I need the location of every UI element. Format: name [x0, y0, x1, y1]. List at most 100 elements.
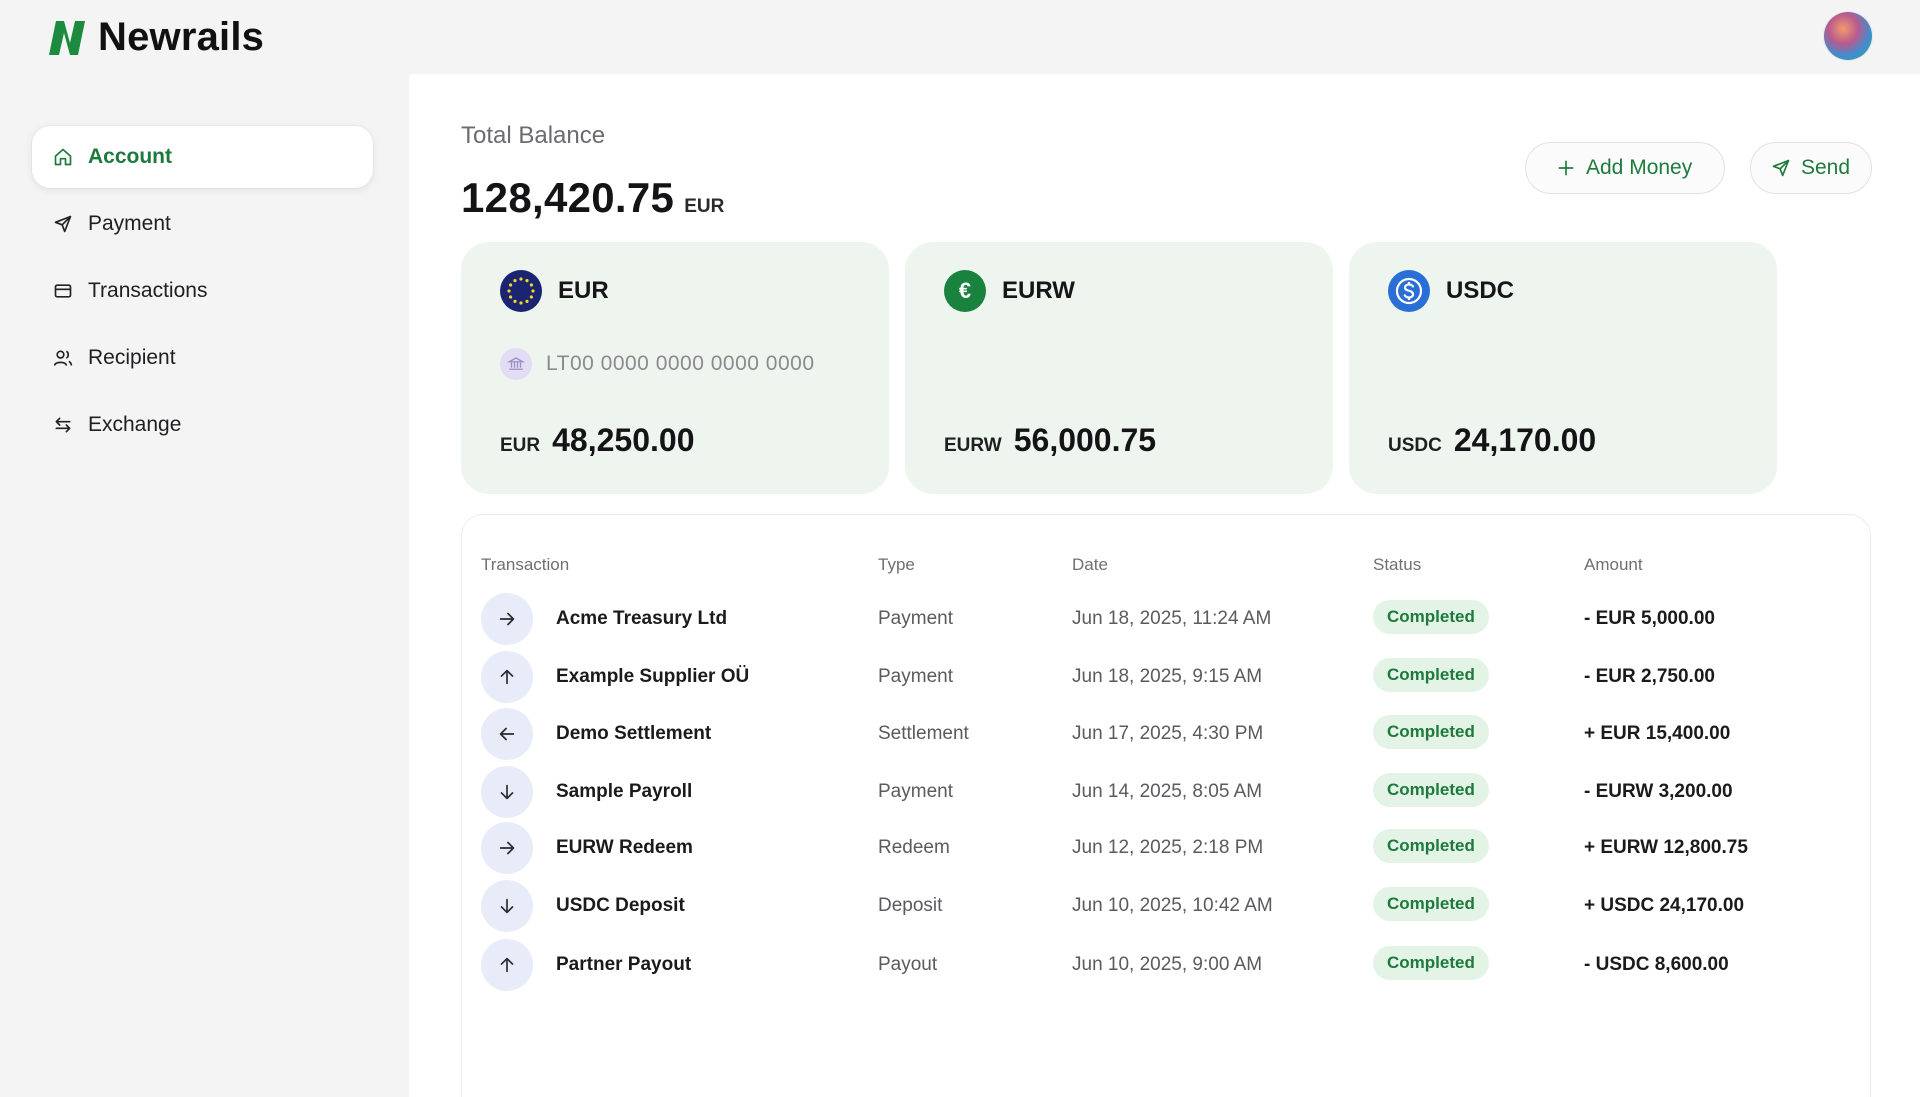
card-balance: EUR 48,250.00: [500, 422, 694, 459]
users-icon: [52, 347, 74, 369]
transactions-table: Transaction Type Date Status Amount Acme…: [461, 514, 1871, 1097]
transaction-type: Payment: [878, 781, 953, 802]
column-header-status[interactable]: Status: [1373, 555, 1421, 575]
card-amount: 48,250.00: [552, 422, 695, 458]
transaction-name: USDC Deposit: [556, 895, 685, 916]
column-header-type[interactable]: Type: [878, 555, 915, 575]
sidebar-item-account[interactable]: Account: [32, 126, 373, 188]
status-badge: Completed: [1373, 946, 1489, 980]
transaction-date: Jun 14, 2025, 8:05 AM: [1072, 781, 1263, 802]
send-icon: [1772, 159, 1790, 177]
status-badge: Completed: [1373, 773, 1489, 807]
bank-icon: [500, 348, 532, 380]
transaction-name: Acme Treasury Ltd: [556, 608, 728, 629]
transaction-type: Payment: [878, 666, 953, 687]
send-label: Send: [1801, 156, 1851, 179]
send-button[interactable]: Send: [1750, 142, 1872, 194]
add-money-label: Add Money: [1586, 156, 1693, 179]
sidebar-item-label: Transactions: [88, 279, 208, 302]
euro-coin-icon: €: [944, 270, 986, 312]
plus-icon: [1558, 160, 1574, 176]
column-header-date[interactable]: Date: [1072, 555, 1108, 575]
arrow-down-icon: [481, 766, 533, 818]
sidebar-item-payment[interactable]: Payment: [32, 193, 373, 255]
card-currency: USDC: [1388, 435, 1442, 456]
arrow-right-icon: [481, 593, 533, 645]
transaction-date: Jun 12, 2025, 2:18 PM: [1072, 837, 1264, 858]
transaction-name: Partner Payout: [556, 954, 692, 975]
column-header-amount[interactable]: Amount: [1584, 555, 1643, 575]
status-badge: Completed: [1373, 715, 1489, 749]
total-balance: 128,420.75 EUR: [461, 174, 724, 222]
card-amount: 56,000.75: [1013, 422, 1157, 458]
sidebar-item-exchange[interactable]: Exchange: [32, 394, 373, 456]
transaction-name: EURW Redeem: [556, 837, 693, 858]
transaction-type: Settlement: [878, 723, 969, 744]
currency-card-eur[interactable]: EUR LT00 0000 0000 0000 0000 EUR 48,250.…: [461, 242, 889, 494]
main-panel: Total Balance 128,420.75 EUR Add Money S…: [409, 74, 1920, 1097]
card-icon: [52, 280, 74, 302]
sidebar-item-transactions[interactable]: Transactions: [32, 260, 373, 322]
transaction-amount: - USDC 8,600.00: [1584, 954, 1729, 975]
status-badge: Completed: [1373, 887, 1489, 921]
card-title: EURW: [1002, 277, 1075, 304]
transaction-date: Jun 18, 2025, 11:24 AM: [1072, 608, 1272, 629]
status-badge: Completed: [1373, 658, 1489, 692]
newrails-logo-icon: [49, 21, 85, 55]
brand-name: Newrails: [98, 14, 265, 59]
add-money-button[interactable]: Add Money: [1525, 142, 1725, 194]
card-currency: EUR: [500, 435, 541, 456]
transaction-name: Sample Payroll: [556, 781, 693, 802]
currency-card-eurw[interactable]: € EURW EURW 56,000.75: [905, 242, 1333, 494]
card-header: € EURW: [944, 270, 1075, 312]
card-title: EUR: [558, 277, 609, 304]
transaction-amount: + EUR 15,400.00: [1584, 723, 1731, 744]
card-amount: 24,170.00: [1453, 422, 1597, 458]
card-header: USDC: [1388, 270, 1514, 312]
arrow-right-icon: [481, 822, 533, 874]
transaction-date: Jun 17, 2025, 4:30 PM: [1072, 723, 1264, 744]
avatar[interactable]: [1824, 12, 1872, 60]
eu-flag-icon: [500, 270, 542, 312]
arrow-left-icon: [481, 708, 533, 760]
exchange-icon: [52, 414, 74, 436]
sidebar: Account Payment Transactions Recipient E…: [32, 126, 373, 461]
transaction-amount: - EUR 5,000.00: [1584, 608, 1715, 629]
total-balance-value: 128,420.75: [461, 174, 675, 221]
transaction-date: Jun 18, 2025, 9:15 AM: [1072, 666, 1263, 687]
total-balance-currency: EUR: [684, 196, 725, 217]
usdc-coin-icon: [1388, 270, 1430, 312]
total-balance-label: Total Balance: [461, 122, 606, 149]
currency-card-usdc[interactable]: USDC USDC 24,170.00: [1349, 242, 1777, 494]
transaction-amount: - EUR 2,750.00: [1584, 666, 1715, 687]
iban-number: LT00 0000 0000 0000 0000: [546, 352, 815, 375]
sidebar-item-label: Recipient: [88, 346, 176, 369]
card-currency: EURW: [944, 435, 1002, 456]
iban-row[interactable]: LT00 0000 0000 0000 0000: [500, 348, 815, 380]
transaction-type: Payment: [878, 608, 953, 629]
transaction-amount: + EURW 12,800.75: [1584, 837, 1748, 858]
arrow-up-icon: [481, 939, 533, 991]
arrow-up-icon: [481, 651, 533, 703]
card-header: EUR: [500, 270, 609, 312]
transaction-type: Payout: [878, 954, 938, 975]
status-badge: Completed: [1373, 600, 1489, 634]
column-header-transaction[interactable]: Transaction: [481, 555, 569, 575]
card-balance: USDC 24,170.00: [1388, 422, 1596, 459]
card-title: USDC: [1446, 277, 1515, 304]
brand-logo[interactable]: Newrails: [46, 14, 264, 60]
send-icon: [52, 213, 74, 235]
sidebar-item-label: Account: [88, 145, 172, 168]
transaction-amount: + USDC 24,170.00: [1584, 895, 1745, 916]
sidebar-item-label: Payment: [88, 212, 171, 235]
arrow-down-icon: [481, 880, 533, 932]
transaction-date: Jun 10, 2025, 9:00 AM: [1072, 954, 1263, 975]
table-row[interactable]: Partner Payout Payout Jun 10, 2025, 9:00 A…: [462, 930, 1870, 1000]
transaction-name: Example Supplier OÜ: [556, 666, 750, 687]
status-badge: Completed: [1373, 829, 1489, 863]
sidebar-item-recipient[interactable]: Recipient: [32, 327, 373, 389]
home-icon: [52, 146, 74, 168]
transaction-type: Deposit: [878, 895, 943, 916]
transaction-amount: - EURW 3,200.00: [1584, 781, 1733, 802]
transaction-date: Jun 10, 2025, 10:42 AM: [1072, 895, 1273, 916]
